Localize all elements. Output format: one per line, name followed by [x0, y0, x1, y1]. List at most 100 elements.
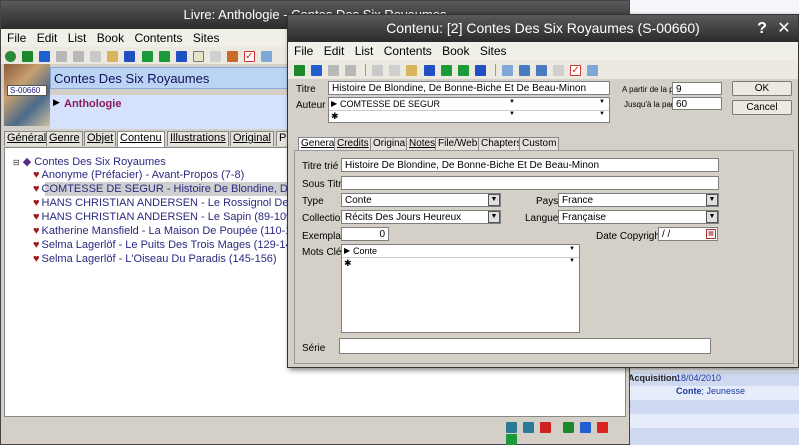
- close-button[interactable]: ✕: [775, 20, 793, 38]
- tab-notes[interactable]: Notes: [406, 137, 439, 150]
- tab-original[interactable]: Original: [370, 137, 411, 150]
- type-select[interactable]: Conte: [341, 193, 501, 207]
- edit-content-icon[interactable]: [580, 421, 592, 433]
- tree-icon[interactable]: [518, 64, 530, 76]
- sort-icon[interactable]: [540, 421, 552, 433]
- tab-contenu[interactable]: Contenu: [117, 131, 165, 147]
- calendar-icon[interactable]: ▦: [706, 229, 716, 239]
- pays-dropdown-icon[interactable]: ▼: [706, 194, 718, 206]
- tree-item[interactable]: ♥ Anonyme (Préfacier) - Avant-Propos (7-8…: [33, 169, 244, 181]
- first-icon[interactable]: [423, 64, 435, 76]
- copy-doc-icon[interactable]: [389, 64, 401, 76]
- cut-icon[interactable]: [90, 50, 102, 62]
- prev-icon[interactable]: [141, 50, 153, 62]
- more-icon[interactable]: [506, 433, 517, 445]
- tab-fileweb[interactable]: File/Web: [435, 137, 481, 150]
- grid-icon[interactable]: [260, 50, 272, 62]
- cut-icon[interactable]: [372, 64, 384, 76]
- dialog-menu-list[interactable]: List: [355, 42, 374, 60]
- search-icon[interactable]: [192, 50, 204, 62]
- tree-item[interactable]: ♥ Katherine Mansfield - La Maison De Poup…: [33, 225, 307, 237]
- dialog-menu-file[interactable]: File: [294, 42, 313, 60]
- last-icon[interactable]: [474, 64, 486, 76]
- globe-icon[interactable]: [5, 50, 16, 62]
- copy-icon[interactable]: [73, 50, 85, 62]
- auteur-dropdown[interactable]: ▼: [509, 99, 515, 105]
- titre-field[interactable]: Histoire De Blondine, De Bonne-Biche Et …: [328, 81, 610, 95]
- mots-cles-value[interactable]: Conte: [353, 246, 377, 256]
- type-dropdown-icon[interactable]: ▼: [488, 194, 500, 206]
- check-icon[interactable]: ✓: [243, 50, 255, 62]
- tab-custom[interactable]: Custom: [519, 137, 560, 150]
- dialog-menu-sites[interactable]: Sites: [480, 42, 507, 60]
- dialog-menu-book[interactable]: Book: [442, 42, 469, 60]
- collapse-icon[interactable]: ⊟: [13, 158, 20, 167]
- mots-cles-dropdown[interactable]: ▼: [569, 246, 575, 252]
- sort-down-icon[interactable]: [506, 421, 517, 433]
- add-icon[interactable]: [294, 64, 305, 76]
- edit-icon[interactable]: [209, 50, 221, 62]
- tree-item[interactable]: ♥ Selma Lagerlöf - L'Oiseau Du Paradis (1…: [33, 253, 277, 265]
- menu-edit[interactable]: Edit: [37, 29, 58, 47]
- help-button[interactable]: ?: [754, 20, 770, 38]
- sort-up-icon[interactable]: [523, 421, 535, 433]
- add-icon[interactable]: [22, 50, 34, 62]
- titre-trie-field[interactable]: Histoire De Blondine, De Bonne-Biche Et …: [341, 158, 719, 172]
- up-icon[interactable]: [39, 50, 51, 62]
- edit-icon[interactable]: [553, 64, 564, 76]
- up-icon[interactable]: [311, 64, 323, 76]
- tab-credits[interactable]: Credits: [334, 137, 372, 150]
- paste-icon[interactable]: [107, 50, 119, 62]
- tab-original[interactable]: Original: [230, 131, 274, 146]
- next-icon[interactable]: [457, 64, 469, 76]
- pays-select[interactable]: France: [558, 193, 719, 207]
- tree-item[interactable]: ♥ HANS CHRISTIAN ANDERSEN - Le Sapin (89-…: [33, 211, 296, 223]
- langue-dropdown-icon[interactable]: ▼: [706, 211, 718, 223]
- a-partir-field[interactable]: 9: [672, 82, 722, 95]
- new-auteur-dropdown[interactable]: ▼: [509, 111, 515, 117]
- prev-icon[interactable]: [440, 64, 452, 76]
- add-content-icon[interactable]: [563, 421, 575, 433]
- tab-illustrations[interactable]: Illustrations: [167, 131, 229, 146]
- sous-titre-field[interactable]: [341, 176, 719, 190]
- tab-genre[interactable]: Genre: [46, 131, 83, 146]
- tab-general[interactable]: Général: [4, 131, 50, 146]
- collection-select[interactable]: Récits Des Jours Heureux: [341, 210, 501, 224]
- exemplaires-field[interactable]: 0: [341, 227, 389, 241]
- serie-field[interactable]: [339, 338, 711, 354]
- menu-book[interactable]: Book: [97, 29, 124, 47]
- dialog-menu-edit[interactable]: Edit: [324, 42, 345, 60]
- first-icon[interactable]: [124, 50, 136, 62]
- menu-file[interactable]: File: [7, 29, 26, 47]
- langue-select[interactable]: Française: [558, 210, 719, 224]
- menu-list[interactable]: List: [68, 29, 87, 47]
- last-icon[interactable]: [175, 50, 187, 62]
- new-mots-cles-dropdown[interactable]: ▼: [569, 258, 575, 264]
- delete-icon[interactable]: [56, 50, 68, 62]
- remove-content-icon[interactable]: [597, 421, 609, 433]
- cancel-button[interactable]: Cancel: [732, 100, 792, 115]
- paste-icon[interactable]: [406, 64, 418, 76]
- delete-icon[interactable]: [328, 64, 340, 76]
- role-dropdown[interactable]: ▼: [599, 99, 605, 105]
- dialog-titlebar[interactable]: Contenu: [2] Contes Des Six Royaumes (S-…: [288, 15, 798, 42]
- tools-icon[interactable]: [226, 50, 238, 62]
- menu-sites[interactable]: Sites: [193, 29, 220, 47]
- tree-item[interactable]: ♥ Selma Lagerlöf - Le Puits Des Trois Mag…: [33, 239, 301, 251]
- menu-contents[interactable]: Contents: [134, 29, 182, 47]
- tree-root[interactable]: ⊟ ◆ Contes Des Six Royaumes: [13, 155, 166, 168]
- tab-chapters[interactable]: Chapters: [478, 137, 525, 150]
- new-role-dropdown[interactable]: ▼: [599, 111, 605, 117]
- grid-icon[interactable]: [587, 64, 599, 76]
- jusqu-field[interactable]: 60: [672, 97, 722, 110]
- tab-objet[interactable]: Objet: [84, 131, 117, 146]
- collection-dropdown-icon[interactable]: ▼: [488, 211, 500, 223]
- auteur-value[interactable]: COMTESSE DE SEGUR: [340, 99, 440, 109]
- copy-icon[interactable]: [345, 64, 357, 76]
- structure-icon[interactable]: [535, 64, 547, 76]
- dialog-menu-contents[interactable]: Contents: [384, 42, 432, 60]
- ok-button[interactable]: OK: [732, 81, 792, 96]
- next-icon[interactable]: [158, 50, 170, 62]
- list-icon[interactable]: [501, 64, 513, 76]
- check-icon[interactable]: ✓: [570, 64, 582, 76]
